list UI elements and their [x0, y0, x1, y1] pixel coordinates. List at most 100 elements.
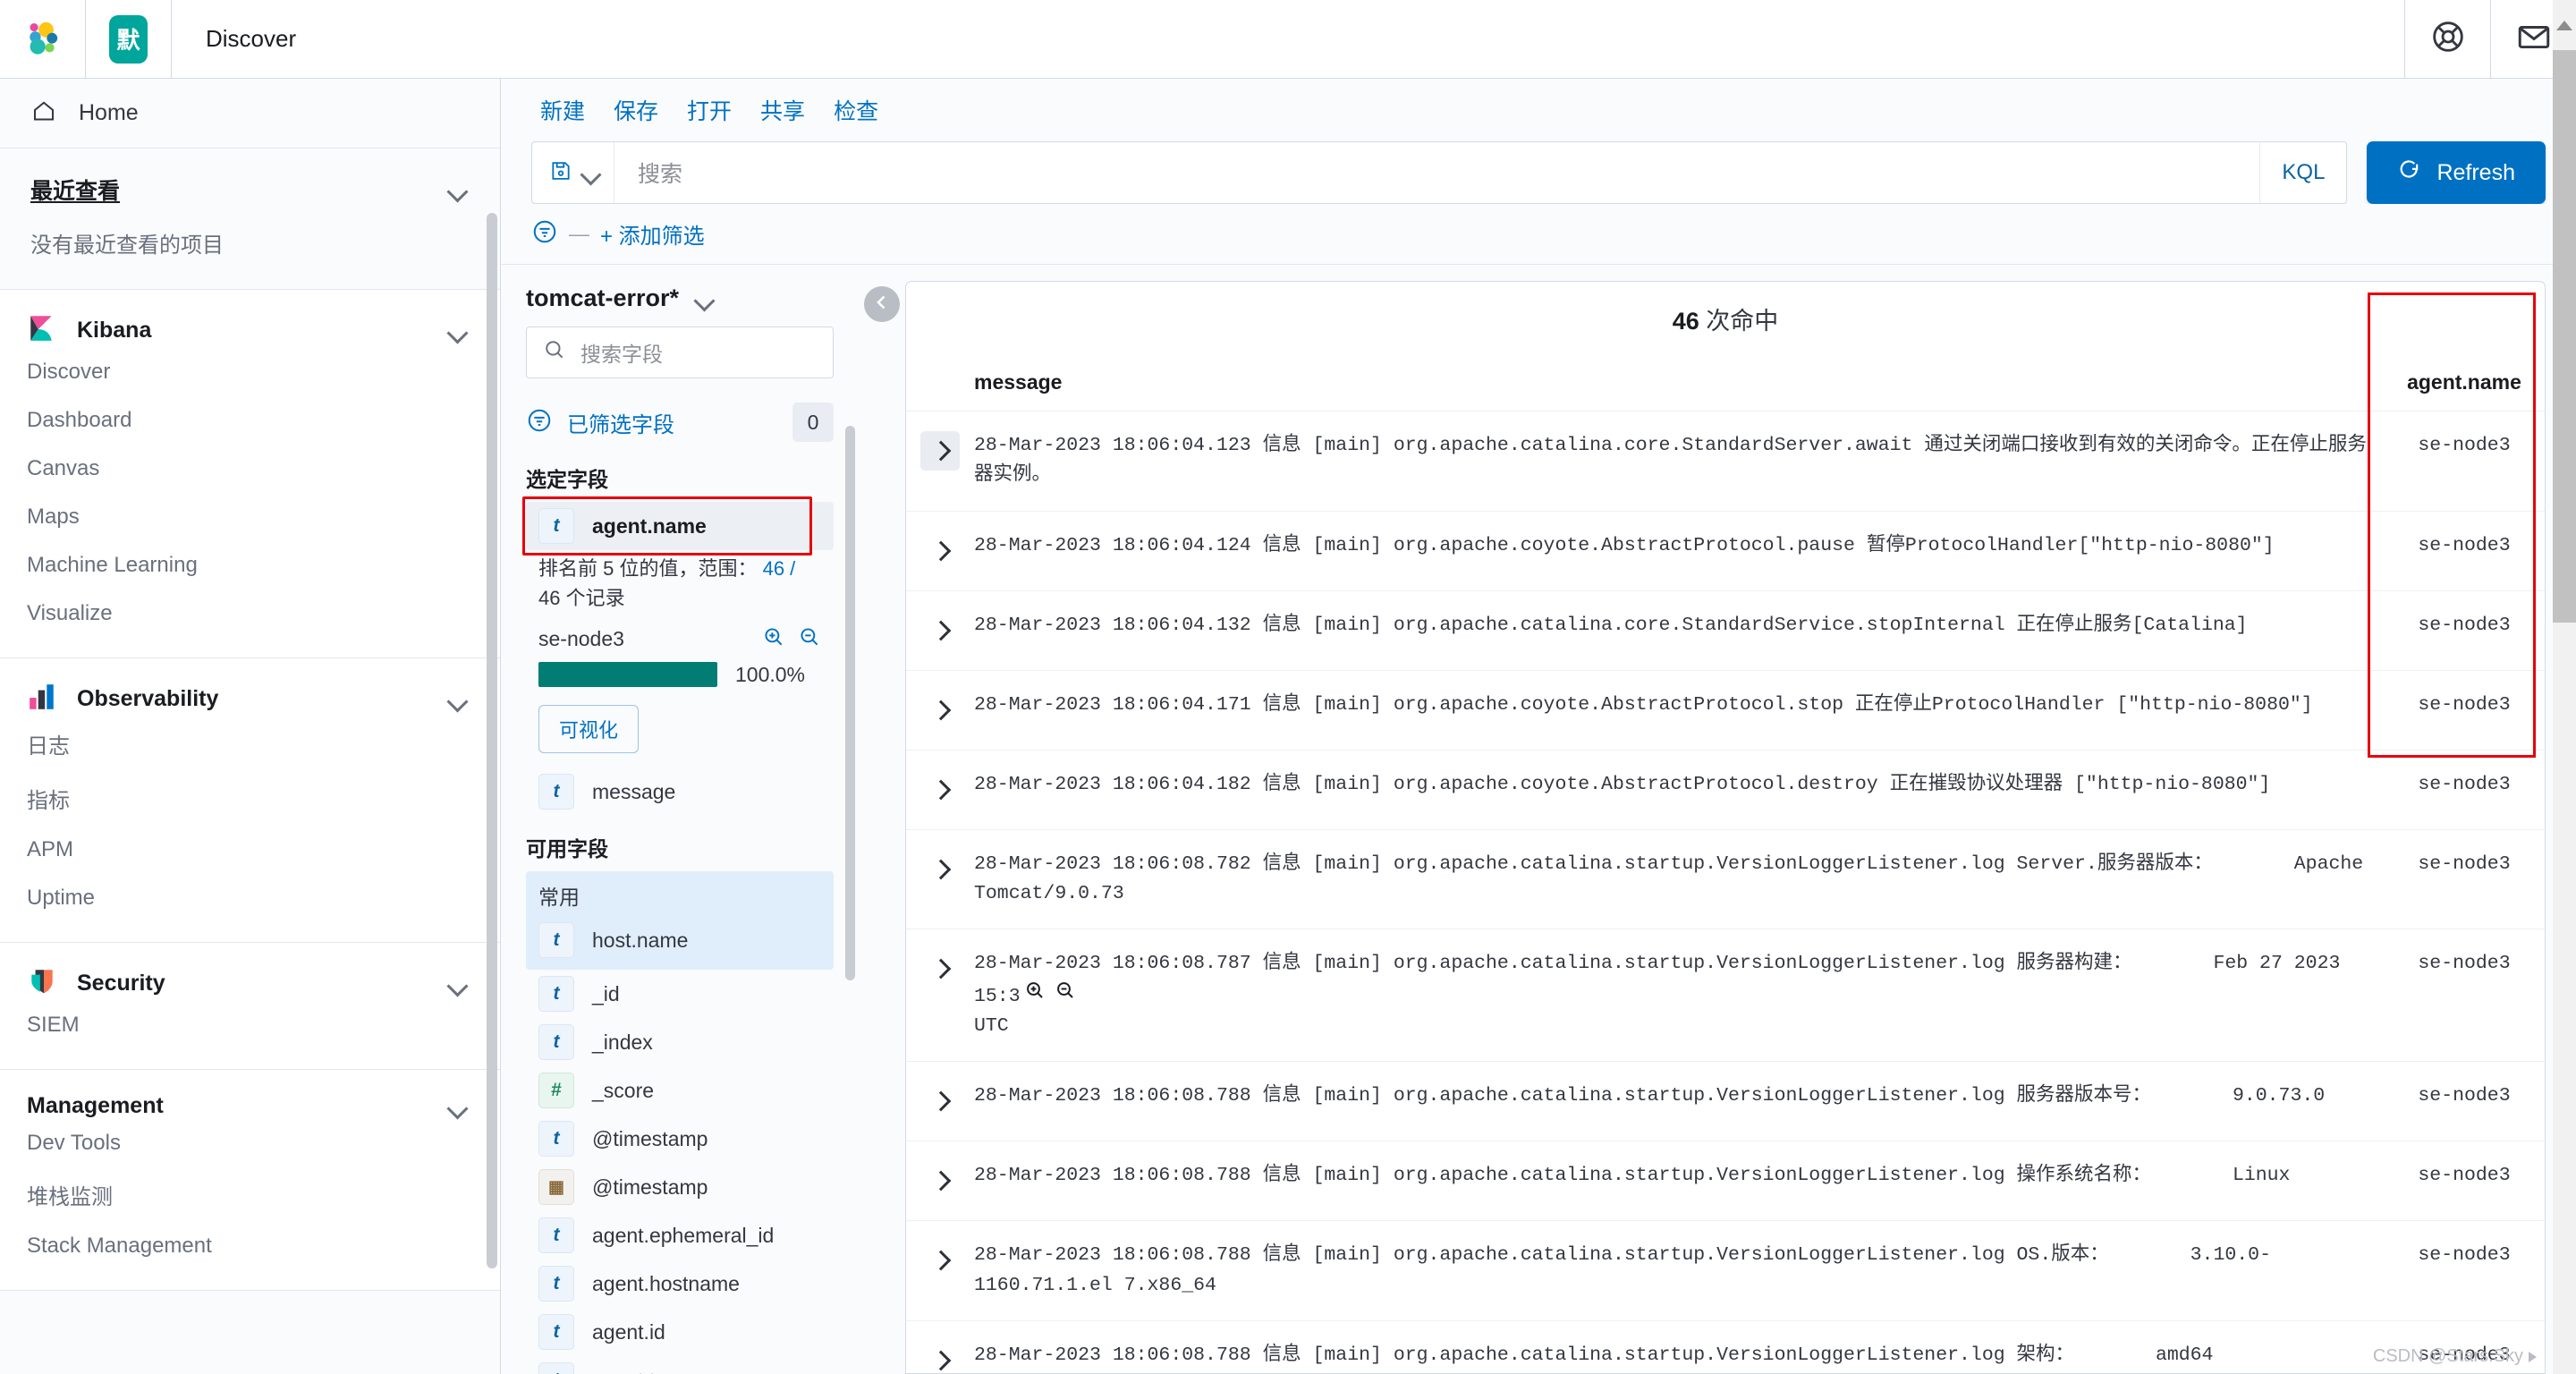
- expand-row-button[interactable]: [920, 431, 960, 471]
- table-row[interactable]: 28-Mar-2023 18:06:08.788 信息 [main] org.a…: [906, 1141, 2545, 1222]
- filtered-fields-count: 0: [792, 403, 834, 442]
- nav-item-logs[interactable]: 日志: [0, 717, 500, 771]
- chevron-down-icon[interactable]: [446, 319, 470, 343]
- nav-item-dev-tools[interactable]: Dev Tools: [0, 1119, 500, 1167]
- log-level: 信息: [1262, 1344, 1301, 1366]
- table-row[interactable]: 28-Mar-2023 18:06:08.788 信息 [main] org.a…: [906, 1220, 2545, 1321]
- nav-item-dashboard[interactable]: Dashboard: [0, 396, 500, 445]
- field-item-timestamp[interactable]: ▦ @timestamp: [526, 1163, 834, 1211]
- menu-new[interactable]: 新建: [531, 94, 599, 126]
- menu-share[interactable]: 共享: [746, 94, 819, 126]
- field-item-agent-type-label: agent.type: [592, 1369, 688, 1374]
- table-row[interactable]: 28-Mar-2023 18:06:08.788 信息 [main] org.a…: [906, 1320, 2545, 1373]
- help-button[interactable]: [2404, 0, 2490, 78]
- filtered-fields-toggle[interactable]: 已筛选字段 0: [526, 398, 834, 446]
- expand-row-button[interactable]: [920, 691, 960, 730]
- expand-row-button[interactable]: [920, 1081, 960, 1121]
- nav-item-machine-learning[interactable]: Machine Learning: [0, 541, 500, 589]
- table-row[interactable]: 28-Mar-2023 18:06:04.124 信息 [main] org.a…: [906, 511, 2545, 591]
- field-item-agent-id[interactable]: t agent.id: [526, 1308, 834, 1356]
- nav-item-discover[interactable]: Discover: [0, 348, 500, 396]
- table-row[interactable]: 28-Mar-2023 18:06:04.182 信息 [main] org.a…: [906, 750, 2545, 830]
- nav-item-siem[interactable]: SIEM: [0, 1001, 500, 1049]
- column-header-message[interactable]: message: [960, 345, 2384, 411]
- chevron-down-icon[interactable]: [693, 287, 716, 310]
- field-item-agent-hostname[interactable]: t agent.hostname: [526, 1260, 834, 1308]
- field-item-message[interactable]: t message: [526, 768, 834, 816]
- nav-scrollbar[interactable]: [487, 213, 497, 1268]
- visualize-button[interactable]: 可视化: [538, 705, 640, 753]
- expand-row-button[interactable]: [920, 770, 960, 810]
- chevron-down-icon[interactable]: [446, 1095, 470, 1118]
- filter-out-value-icon[interactable]: [1055, 980, 1076, 1012]
- menu-open[interactable]: 打开: [673, 94, 746, 126]
- table-row[interactable]: 28-Mar-2023 18:06:08.782 信息 [main] org.a…: [906, 829, 2545, 930]
- nav-group-observability: Observability 日志 指标 APM Uptime: [0, 658, 500, 943]
- nav-item-canvas[interactable]: Canvas: [0, 445, 500, 493]
- saved-query-button[interactable]: [532, 142, 614, 203]
- field-item-host-name[interactable]: t host.name: [526, 916, 834, 964]
- nav-item-home[interactable]: Home: [0, 79, 500, 148]
- nav-item-stack-management[interactable]: Stack Management: [0, 1222, 500, 1270]
- field-item-id[interactable]: t _id: [526, 970, 834, 1018]
- field-item-type[interactable]: t @timestamp: [526, 1115, 834, 1163]
- table-row[interactable]: 28-Mar-2023 18:06:04.123 信息 [main] org.a…: [906, 411, 2545, 512]
- nav-item-apm[interactable]: APM: [0, 826, 500, 874]
- chevron-down-icon[interactable]: [580, 161, 597, 184]
- field-item-agent-ephemeral-id[interactable]: t agent.ephemeral_id: [526, 1211, 834, 1260]
- menu-save[interactable]: 保存: [599, 94, 673, 126]
- field-sidebar-scrollbar[interactable]: [845, 426, 855, 980]
- sidebar-collapse-area: [859, 265, 905, 1374]
- chevron-down-icon[interactable]: [446, 178, 470, 201]
- table-row[interactable]: 28-Mar-2023 18:06:08.787 信息 [main] org.a…: [906, 929, 2545, 1063]
- refresh-button[interactable]: Refresh: [2367, 141, 2546, 204]
- recently-viewed-title: 最近查看: [30, 179, 121, 204]
- expand-row-button[interactable]: [920, 1241, 960, 1280]
- scroll-up-arrow[interactable]: [2553, 0, 2576, 50]
- add-filter-button[interactable]: + 添加筛选: [600, 218, 705, 250]
- field-search-input[interactable]: 搜索字段: [526, 327, 834, 378]
- field-item-agent-type[interactable]: t agent.type: [526, 1356, 834, 1374]
- chevron-down-icon[interactable]: [446, 688, 470, 711]
- search-input[interactable]: 搜索: [614, 142, 2259, 203]
- nav-item-visualize[interactable]: Visualize: [0, 589, 500, 638]
- field-item-agent-name[interactable]: t agent.name: [526, 502, 834, 550]
- nav-item-maps[interactable]: Maps: [0, 493, 500, 541]
- nav-item-metrics[interactable]: 指标: [0, 771, 500, 826]
- index-pattern-switcher[interactable]: tomcat-error*: [526, 284, 834, 312]
- expand-row-button[interactable]: [920, 1341, 960, 1373]
- menu-inspect[interactable]: 检查: [819, 94, 893, 126]
- filter-icon[interactable]: [531, 218, 558, 250]
- expand-row-button[interactable]: [920, 850, 960, 889]
- collapse-sidebar-button[interactable]: [864, 286, 900, 322]
- table-row[interactable]: 28-Mar-2023 18:06:04.171 信息 [main] org.a…: [906, 670, 2545, 751]
- page-scrollbar[interactable]: [2553, 0, 2576, 1374]
- field-item-score[interactable]: # _score: [526, 1066, 834, 1115]
- table-row[interactable]: 28-Mar-2023 18:06:04.132 信息 [main] org.a…: [906, 590, 2545, 671]
- column-header-agent-name[interactable]: agent.name: [2384, 345, 2545, 411]
- expand-row-button[interactable]: [920, 611, 960, 650]
- filter-for-value-icon[interactable]: [1024, 980, 1046, 1012]
- cell-agent-name: se-node3: [2384, 750, 2545, 830]
- query-language-switcher[interactable]: KQL: [2259, 142, 2346, 203]
- field-item-index[interactable]: t _index: [526, 1018, 834, 1066]
- filter-out-value-icon[interactable]: [798, 625, 821, 653]
- page-scrollbar-thumb[interactable]: [2553, 50, 2576, 623]
- log-time: 28-Mar-2023 18:06:04.182: [974, 773, 1251, 795]
- filter-for-value-icon[interactable]: [762, 625, 785, 653]
- hits-counter: 46 次命中: [906, 282, 2545, 345]
- table-row[interactable]: 28-Mar-2023 18:06:08.788 信息 [main] org.a…: [906, 1061, 2545, 1142]
- chevron-down-icon[interactable]: [446, 972, 470, 996]
- log-text: 正在停止ProtocolHandler ["http-nio-8080"]: [1854, 693, 2313, 716]
- space-avatar[interactable]: 默: [86, 0, 172, 78]
- space-badge-label: 默: [109, 14, 148, 64]
- chevron-right-icon: [930, 1251, 950, 1270]
- elastic-logo[interactable]: [0, 0, 86, 78]
- expand-row-button[interactable]: [920, 949, 960, 988]
- expand-row-button[interactable]: [920, 531, 960, 571]
- field-value-label: se-node3: [538, 627, 624, 650]
- nav-item-uptime[interactable]: Uptime: [0, 874, 500, 922]
- nav-item-stack-monitoring[interactable]: 堆栈监测: [0, 1167, 500, 1222]
- expand-row-button[interactable]: [920, 1161, 960, 1200]
- field-item-score-label: _score: [592, 1078, 655, 1102]
